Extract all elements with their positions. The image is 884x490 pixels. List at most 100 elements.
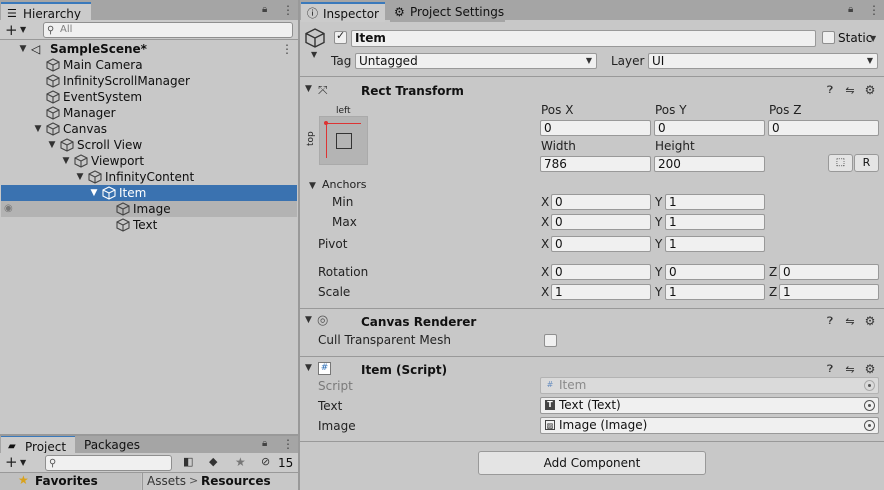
breadcrumb-assets[interactable]: Assets [147,474,186,488]
hidden-packages-icon[interactable]: ⊘ [261,455,270,468]
fold-arrow-icon[interactable]: ▼ [305,363,312,373]
preset-sliders-icon[interactable]: ⇋ [843,363,857,377]
pivot-x-field[interactable]: 0 [551,236,651,252]
min-y-field[interactable]: 1 [665,194,765,210]
image-object-field[interactable]: ▨ Image (Image) [540,417,879,434]
min-x-field[interactable]: 0 [551,194,651,210]
tab-packages[interactable]: Packages [80,435,150,455]
project-search-input[interactable]: ⚲ [45,455,172,471]
active-checkbox[interactable]: ✓ [334,29,347,44]
object-name-input[interactable]: Item [351,30,816,47]
height-field[interactable]: 200 [654,156,765,172]
kebab-menu-icon[interactable]: ⋮ [281,41,293,57]
item-script-title[interactable]: Item (Script) [361,363,447,377]
gear-icon[interactable]: ⚙ [863,314,877,328]
min-x-letter: X [541,195,550,209]
scale-label: Scale [318,285,351,299]
favorite-star-icon[interactable]: ★ [235,455,246,469]
help-icon[interactable]: ❓︎ [823,363,837,377]
add-button[interactable]: + [5,21,18,39]
list-item[interactable]: Manager [1,105,297,121]
list-item[interactable]: ▼ Viewport [1,153,297,169]
rotation-z-field[interactable]: 0 [779,264,879,280]
kebab-menu-icon[interactable]: ⋮ [282,437,294,451]
pos-y-field[interactable]: 0 [654,120,765,136]
list-item[interactable]: ▼ Scroll View [1,137,297,153]
list-item[interactable]: ▼ Canvas [1,121,297,137]
gear-icon[interactable]: ⚙ [863,362,877,376]
lock-icon[interactable]: 🔒︎ [848,4,853,15]
help-icon[interactable]: ❓︎ [823,315,837,329]
tag-dropdown[interactable]: Untagged ▼ [355,53,597,69]
list-item[interactable]: ▼ InfinityContent [1,169,297,185]
preset-sliders-icon[interactable]: ⇋ [843,315,857,329]
help-icon[interactable]: ❓︎ [823,84,837,98]
add-button[interactable]: + [5,453,18,471]
list-item[interactable]: ◉ Image [1,201,297,217]
pivot-y-letter: Y [655,237,663,251]
layer-dropdown[interactable]: UI ▼ [648,53,878,69]
list-item[interactable]: Text [1,217,297,233]
lock-icon[interactable]: 🔒︎ [262,438,267,449]
panel-splitter-horizontal[interactable] [0,434,298,436]
tab-project[interactable]: ▰ Project [1,435,75,455]
raw-edit-button[interactable]: R [854,154,879,172]
scale-x-field[interactable]: 1 [551,284,651,300]
list-item[interactable]: InfinityScrollManager [1,73,297,89]
favorites-section[interactable]: ★ Favorites [0,473,141,490]
fold-arrow-icon[interactable]: ▼ [17,41,29,57]
object-picker-icon[interactable] [864,400,875,411]
lock-icon[interactable]: 🔒︎ [262,4,267,15]
object-picker-icon[interactable] [864,420,875,431]
static-checkbox[interactable] [822,31,835,44]
canvas-renderer-title[interactable]: Canvas Renderer [361,315,476,329]
fold-arrow-icon[interactable]: ▼ [60,153,72,169]
kebab-menu-icon[interactable]: ⋮ [282,3,294,17]
chevron-down-icon[interactable]: ▼ [20,25,26,34]
filter-by-label-icon[interactable]: ◆ [209,455,217,468]
max-y-field[interactable]: 1 [665,214,765,230]
gameobject-cube-icon [46,74,60,88]
list-item[interactable]: EventSystem [1,89,297,105]
text-object-field[interactable]: T Text (Text) [540,397,879,414]
scene-row[interactable]: ▼ ◁ SampleScene* ⋮ [1,41,297,57]
blueprint-mode-button[interactable]: ⬚ [828,154,853,172]
list-item[interactable]: Main Camera [1,57,297,73]
anchor-preset-button[interactable] [319,116,368,165]
max-x-field[interactable]: 0 [551,214,651,230]
rotation-y-field[interactable]: 0 [665,264,765,280]
add-component-button[interactable]: Add Component [478,451,706,475]
rect-transform-title[interactable]: Rect Transform [361,84,464,98]
filter-by-type-icon[interactable]: ◧ [183,455,193,468]
tab-inspector[interactable]: ⓘ Inspector [301,2,385,22]
kebab-menu-icon[interactable]: ⋮ [868,3,880,17]
fold-arrow-icon[interactable]: ▼ [74,169,86,185]
anchors-label[interactable]: Anchors [322,177,367,193]
chevron-down-icon[interactable]: ▼ [311,50,317,59]
chevron-down-icon[interactable]: ▼ [20,458,26,467]
gear-icon[interactable]: ⚙ [863,83,877,97]
fold-arrow-icon[interactable]: ▼ [305,84,312,94]
tab-project-settings[interactable]: ⚙ Project Settings [390,2,505,22]
chevron-down-icon[interactable]: ▼ [870,34,876,43]
search-input[interactable]: ⚲ All [43,22,293,38]
fold-arrow-icon[interactable]: ▼ [46,137,58,153]
width-field[interactable]: 786 [540,156,651,172]
list-item-selected[interactable]: ▼ Item [1,185,297,201]
tab-hierarchy[interactable]: ☰ Hierarchy [1,2,91,22]
fold-arrow-icon[interactable]: ▼ [305,315,312,325]
visibility-eye-icon[interactable]: ◉ [4,201,13,217]
scale-y-field[interactable]: 1 [665,284,765,300]
fold-arrow-icon[interactable]: ▼ [309,181,316,191]
fold-arrow-icon[interactable]: ▼ [32,121,44,137]
fold-arrow-icon[interactable]: ▼ [88,185,100,201]
pos-z-field[interactable]: 0 [768,120,879,136]
pos-x-field[interactable]: 0 [540,120,651,136]
panel-splitter[interactable] [298,0,300,490]
breadcrumb-resources[interactable]: Resources [201,474,271,488]
pivot-y-field[interactable]: 1 [665,236,765,252]
scale-z-field[interactable]: 1 [779,284,879,300]
cull-transparent-mesh-checkbox[interactable] [544,334,557,347]
rotation-x-field[interactable]: 0 [551,264,651,280]
preset-sliders-icon[interactable]: ⇋ [843,84,857,98]
